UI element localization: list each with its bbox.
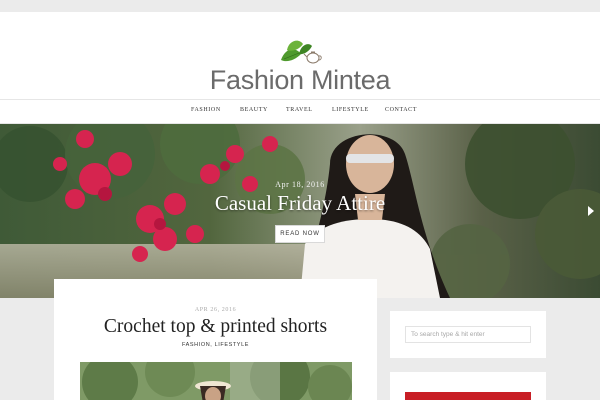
- hero-title[interactable]: Casual Friday Attire: [0, 191, 600, 216]
- sidebar-widget: [390, 372, 546, 400]
- nav-item-travel[interactable]: TRAVEL: [286, 107, 313, 113]
- nav-item-beauty[interactable]: BEAUTY: [240, 107, 268, 113]
- mint-leaf-teapot-logo[interactable]: [279, 38, 323, 68]
- post-featured-image[interactable]: [80, 362, 352, 400]
- post-date: APR 26, 2016: [194, 307, 237, 313]
- post-title[interactable]: Crochet top & printed shorts: [54, 316, 377, 338]
- nav-item-lifestyle[interactable]: LIFESTYLE: [332, 107, 369, 113]
- read-now-button[interactable]: READ NOW: [275, 225, 325, 243]
- site-header: Fashion Mintea: [0, 12, 600, 99]
- hero-date: Apr 18, 2016: [275, 180, 325, 189]
- site-title[interactable]: Fashion Mintea: [0, 65, 600, 96]
- next-slide-icon[interactable]: [588, 206, 594, 216]
- widget-banner[interactable]: [405, 392, 531, 400]
- search-input[interactable]: [405, 326, 531, 343]
- hero-slider[interactable]: Apr 18, 2016 Casual Friday Attire READ N…: [0, 124, 600, 298]
- main-navigation: FASHION BEAUTY TRAVEL LIFESTYLE CONTACT: [0, 99, 600, 124]
- post-categories[interactable]: FASHION, LIFESTYLE: [54, 342, 377, 348]
- nav-item-fashion[interactable]: FASHION: [191, 107, 221, 113]
- post-card: APR 26, 2016 Crochet top & printed short…: [54, 279, 377, 400]
- search-widget: [390, 311, 546, 358]
- nav-item-contact[interactable]: CONTACT: [385, 107, 417, 113]
